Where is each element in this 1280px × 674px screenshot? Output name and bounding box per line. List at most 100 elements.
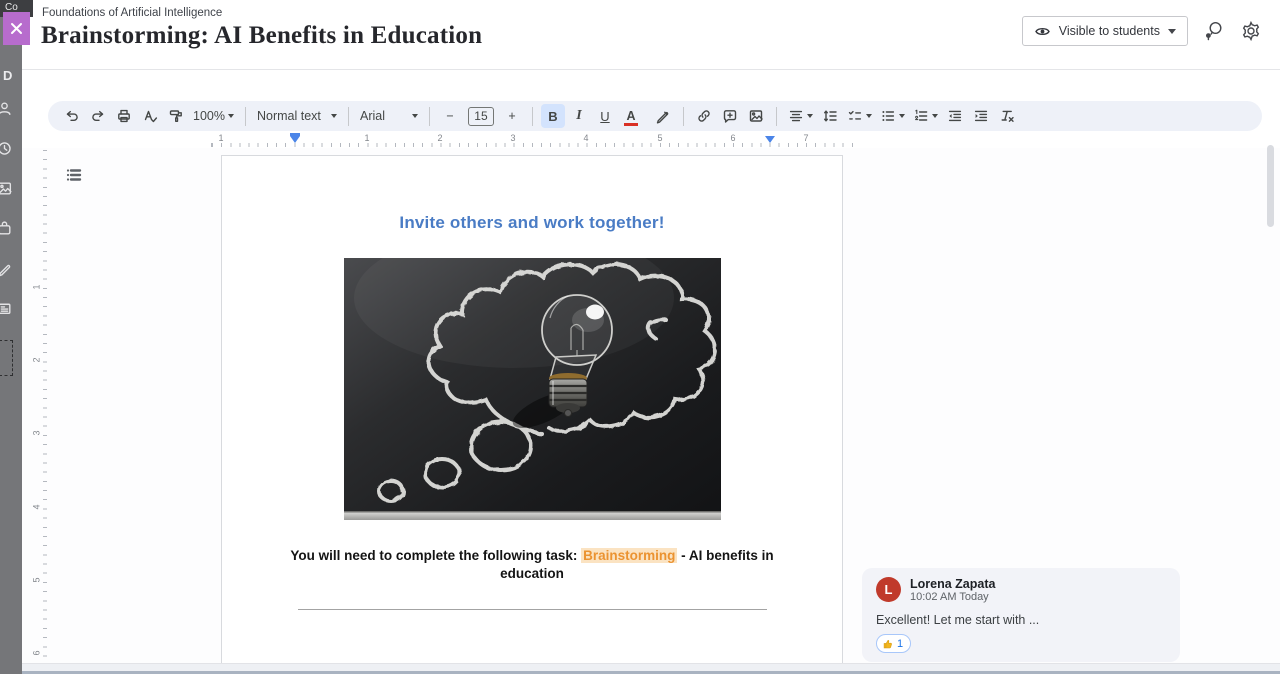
undo-button[interactable] bbox=[60, 104, 84, 128]
document-page[interactable]: Invite others and work together! bbox=[221, 155, 843, 663]
increase-indent-button[interactable] bbox=[969, 104, 993, 128]
spellcheck-icon bbox=[142, 108, 158, 124]
document-outline-button[interactable] bbox=[62, 164, 86, 188]
font-size-input[interactable]: 15 bbox=[468, 107, 494, 126]
chevron-down-icon bbox=[866, 114, 872, 118]
paint-format-button[interactable] bbox=[164, 104, 188, 128]
font-value: Arial bbox=[360, 109, 385, 123]
comment-body: Excellent! Let me start with ... bbox=[876, 613, 1039, 627]
vertical-ruler[interactable]: 1 2 3 4 5 6 bbox=[34, 150, 48, 663]
toolbar-separator bbox=[348, 107, 349, 126]
print-icon bbox=[116, 108, 132, 124]
text-color-button[interactable]: A bbox=[619, 104, 643, 128]
decrease-indent-button[interactable] bbox=[943, 104, 967, 128]
spellcheck-button[interactable] bbox=[138, 104, 162, 128]
checklist-button[interactable] bbox=[844, 104, 875, 128]
comment-card[interactable]: L Lorena Zapata 10:02 AM Today Excellent… bbox=[862, 568, 1180, 662]
line-spacing-button[interactable] bbox=[818, 104, 842, 128]
print-button[interactable] bbox=[112, 104, 136, 128]
indent-icon bbox=[973, 108, 989, 124]
chevron-down-icon bbox=[899, 114, 905, 118]
toolbar-separator bbox=[245, 107, 246, 126]
gear-icon bbox=[1240, 20, 1262, 42]
undo-icon bbox=[64, 108, 80, 124]
ruler-label: 3 bbox=[32, 430, 42, 435]
task-text: You will need to complete the following … bbox=[287, 547, 777, 582]
chevron-down-icon bbox=[331, 114, 337, 118]
underline-button[interactable]: U bbox=[593, 104, 617, 128]
sidebar-letter: D bbox=[3, 68, 12, 83]
task-prefix: You will need to complete the following … bbox=[290, 548, 581, 563]
clear-formatting-button[interactable] bbox=[995, 104, 1019, 128]
bag-icon[interactable] bbox=[0, 220, 13, 237]
reaction-pill[interactable]: 1 bbox=[876, 634, 911, 653]
insert-link-button[interactable] bbox=[692, 104, 716, 128]
comment-author: Lorena Zapata bbox=[910, 577, 995, 591]
line-spacing-icon bbox=[822, 108, 838, 124]
align-center-icon bbox=[788, 108, 804, 124]
visibility-dropdown[interactable]: Visible to students bbox=[1022, 16, 1188, 46]
link-icon bbox=[696, 108, 712, 124]
increase-font-size-button[interactable]: + bbox=[500, 104, 524, 128]
highlight-color-button[interactable] bbox=[651, 104, 675, 128]
close-button[interactable] bbox=[3, 12, 30, 45]
chevron-down-icon bbox=[412, 114, 418, 118]
ruler-label: 2 bbox=[437, 133, 442, 143]
right-indent-marker[interactable] bbox=[765, 136, 775, 143]
bottom-scrollbar-track[interactable] bbox=[22, 663, 1280, 674]
settings-button[interactable] bbox=[1238, 18, 1264, 44]
ruler-label: 4 bbox=[583, 133, 588, 143]
insert-comment-button[interactable] bbox=[718, 104, 742, 128]
chalkboard-lightbulb-image[interactable] bbox=[344, 258, 721, 520]
insert-image-button[interactable] bbox=[744, 104, 768, 128]
zoom-selector[interactable]: 100% bbox=[190, 104, 237, 128]
ruler-label: 5 bbox=[657, 133, 662, 143]
horizontal-ruler[interactable]: 1 1 2 3 4 5 6 7 bbox=[205, 133, 855, 148]
toolbar-separator bbox=[683, 107, 684, 126]
checklist-icon bbox=[847, 108, 863, 124]
page-title: Brainstorming: AI Benefits in Education bbox=[41, 22, 482, 50]
align-button[interactable] bbox=[785, 104, 816, 128]
ruler-label: 6 bbox=[32, 650, 42, 655]
preview-comments-button[interactable] bbox=[1200, 18, 1226, 44]
numbered-list-button[interactable] bbox=[910, 104, 941, 128]
font-selector[interactable]: Arial bbox=[357, 104, 421, 128]
ruler-label: 7 bbox=[803, 133, 808, 143]
reaction-count: 1 bbox=[897, 638, 903, 650]
left-indent-marker[interactable] bbox=[290, 136, 300, 143]
ruler-label: 1 bbox=[364, 133, 369, 143]
toolbar-separator bbox=[532, 107, 533, 126]
magnifier-balloon-icon bbox=[1202, 20, 1224, 42]
editor-canvas: Invite others and work together! bbox=[22, 148, 1280, 663]
ruler-ticks bbox=[43, 150, 47, 663]
paragraph-style-selector[interactable]: Normal text bbox=[254, 104, 340, 128]
ruler-label: 1 bbox=[218, 133, 223, 143]
decrease-font-size-button[interactable]: − bbox=[438, 104, 462, 128]
app-window: Co D Foundations of Artificial Intellige… bbox=[0, 0, 1280, 674]
dashed-frame-icon[interactable] bbox=[0, 340, 13, 376]
clock-icon[interactable] bbox=[0, 140, 13, 157]
card-icon[interactable] bbox=[0, 300, 13, 317]
chevron-down-icon bbox=[807, 114, 813, 118]
clear-formatting-icon bbox=[999, 108, 1015, 124]
ruler-label: 1 bbox=[32, 284, 42, 289]
ruler-label: 3 bbox=[510, 133, 515, 143]
ruler-ticks bbox=[205, 143, 855, 147]
breadcrumb: Foundations of Artificial Intelligence bbox=[42, 7, 222, 19]
vertical-scrollbar-thumb[interactable] bbox=[1267, 145, 1274, 227]
highlighter-icon bbox=[655, 108, 671, 124]
bold-button[interactable]: B bbox=[541, 104, 565, 128]
comment-plus-icon bbox=[722, 108, 738, 124]
insert-image-icon bbox=[748, 108, 764, 124]
redo-button[interactable] bbox=[86, 104, 110, 128]
image-icon[interactable] bbox=[0, 180, 13, 197]
bulleted-list-button[interactable] bbox=[877, 104, 908, 128]
pencil-icon[interactable] bbox=[0, 260, 13, 277]
visibility-label: Visible to students bbox=[1059, 24, 1160, 38]
paint-roller-icon bbox=[168, 108, 184, 124]
person-icon[interactable] bbox=[0, 100, 13, 117]
zoom-value: 100% bbox=[193, 109, 225, 123]
bulleted-list-icon bbox=[880, 108, 896, 124]
eye-icon bbox=[1034, 23, 1051, 40]
italic-button[interactable]: I bbox=[567, 104, 591, 128]
